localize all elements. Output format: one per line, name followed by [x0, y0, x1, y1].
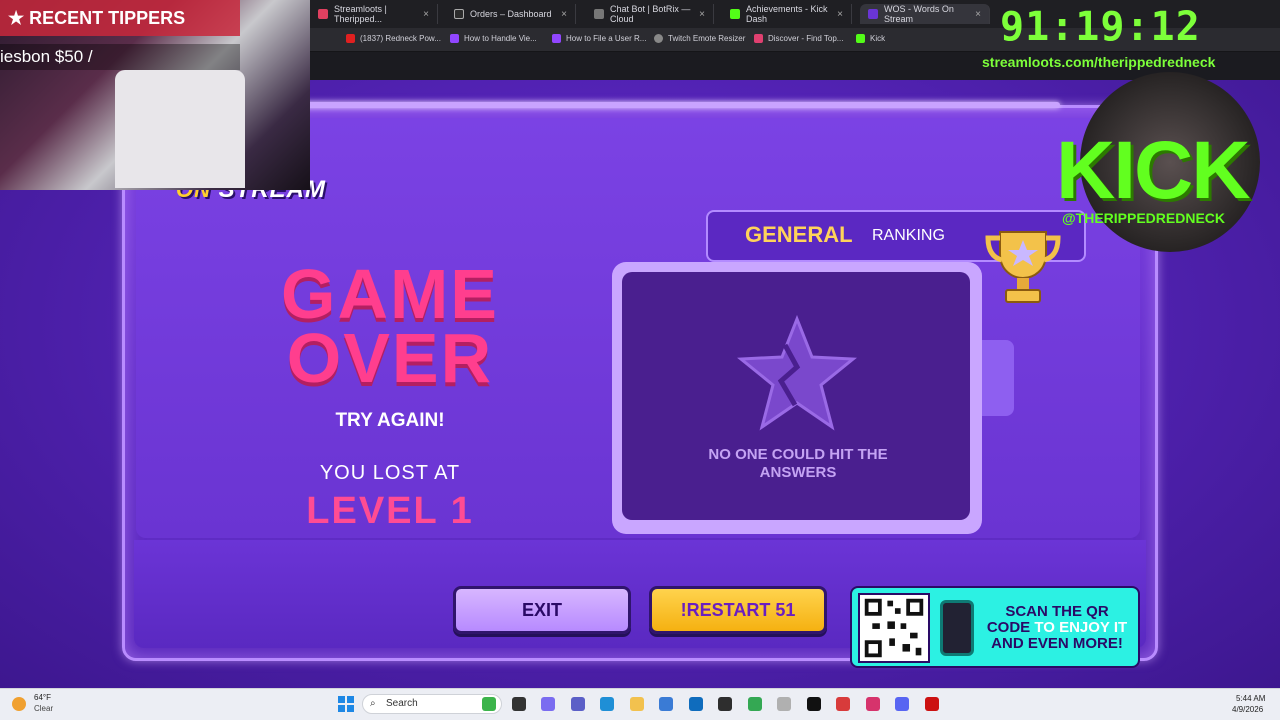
twitch-icon	[450, 34, 459, 43]
tab-botrix[interactable]: Chat Bot | BotRix — Cloud ×	[586, 4, 714, 24]
tipper-entry: iesbon $50 /	[0, 47, 93, 66]
tab-label: Chat Bot | BotRix — Cloud	[610, 4, 691, 24]
tab-kick-dashboard[interactable]: Achievements - Kick Dash ×	[722, 4, 852, 24]
weather-condition[interactable]: Clear	[34, 704, 53, 713]
bookmark-youtube[interactable]: (1837) Redneck Pow...	[346, 34, 441, 43]
close-icon[interactable]: ×	[699, 9, 705, 20]
close-icon[interactable]: ×	[561, 9, 567, 20]
twitch-icon	[552, 34, 561, 43]
search-label: Search	[386, 698, 418, 709]
bookmark-label: Discover - Find Top...	[768, 34, 844, 43]
tab-label: Orders – Dashboard	[470, 9, 552, 19]
store-icon[interactable]	[659, 697, 673, 711]
bookmark-label: How to File a User R...	[566, 34, 647, 43]
bookmark-emote-resizer[interactable]: Twitch Emote Resizer	[654, 34, 745, 43]
tab-streamloots[interactable]: Streamloots | Theripped... ×	[310, 4, 438, 24]
trophy-icon	[985, 231, 1061, 303]
game-over-title: GAME OVER	[281, 255, 499, 397]
outlook-icon[interactable]	[688, 697, 703, 711]
discord-icon[interactable]	[895, 697, 909, 711]
botrix-icon	[594, 9, 604, 19]
restart-button[interactable]: !RESTART 51	[649, 586, 827, 634]
kick-icon	[856, 34, 865, 43]
bookmark-label: Twitch Emote Resizer	[668, 34, 746, 43]
recent-tippers-label: RECENT TIPPERS	[29, 8, 186, 28]
obs-icon[interactable]	[718, 697, 732, 711]
streamloots-url: streamloots.com/therippedredneck	[982, 54, 1216, 70]
tab-label: WOS - Words On Stream	[884, 4, 954, 24]
qr-line-a: SCAN THE QR	[1005, 603, 1109, 620]
bookmark-discover[interactable]: Discover - Find Top...	[754, 34, 843, 43]
streamloots-icon	[318, 9, 328, 19]
qr-line-b: CODE TO ENJOY IT	[978, 620, 1136, 636]
phone-icon	[940, 600, 974, 656]
app-pink-icon[interactable]	[865, 697, 880, 711]
try-again-text: TRY AGAIN!	[335, 410, 445, 431]
orders-icon	[454, 9, 464, 19]
kick-logo-text: KICK	[1056, 125, 1250, 216]
star-icon: ★	[8, 8, 25, 28]
wos-icon	[868, 9, 878, 19]
level-text: LEVEL 1	[306, 490, 474, 532]
lost-at-text: YOU LOST AT	[319, 462, 461, 484]
subathon-timer: 91:19:12	[1000, 4, 1201, 50]
qr-code-icon	[858, 593, 930, 663]
qr-line-c: AND EVEN MORE!	[991, 635, 1123, 652]
close-icon[interactable]: ×	[975, 9, 981, 20]
copilot-icon[interactable]	[541, 697, 555, 711]
bookmark-label: (1837) Redneck Pow...	[360, 34, 441, 43]
qr-line-b-code: CODE	[986, 619, 1031, 636]
exit-button[interactable]: EXIT	[453, 586, 631, 634]
clock-date[interactable]: 4/9/2026	[1232, 705, 1263, 714]
terminal-icon[interactable]	[806, 697, 821, 711]
weather-temp[interactable]: 64°F	[34, 693, 51, 702]
ranking-side-tab[interactable]	[982, 340, 1014, 416]
tab-orders[interactable]: Orders – Dashboard ×	[446, 4, 576, 24]
folder-icon[interactable]	[629, 697, 644, 711]
close-icon[interactable]: ×	[423, 9, 429, 20]
teams-icon[interactable]	[570, 697, 585, 711]
ranking-subtitle: RANKING	[872, 227, 945, 244]
bookmark-handle-viewers[interactable]: How to Handle Vie...	[450, 34, 537, 43]
webcam-person	[115, 70, 245, 188]
chrome-icon[interactable]	[747, 697, 762, 711]
tab-words-on-stream[interactable]: WOS - Words On Stream ×	[860, 4, 990, 24]
broken-star-icon	[737, 315, 857, 431]
kick-handle: @THERIPPEDREDNECK	[1062, 210, 1226, 226]
recent-tippers-title: ★ RECENT TIPPERS	[8, 8, 185, 29]
app-red-icon[interactable]	[836, 697, 850, 711]
qr-promo-text: SCAN THE QR CODE TO ENJOY IT AND EVEN MO…	[978, 604, 1136, 652]
clock-time[interactable]: 5:44 AM	[1236, 694, 1265, 703]
close-icon[interactable]: ×	[837, 9, 843, 20]
qr-line-b-rest: TO ENJOY IT	[1034, 619, 1128, 636]
bookmark-label: How to Handle Vie...	[464, 34, 537, 43]
tab-label: Achievements - Kick Dash	[746, 4, 828, 24]
edge-icon[interactable]	[600, 697, 614, 711]
app-green-icon[interactable]	[482, 697, 496, 711]
youtube-icon	[346, 34, 355, 43]
app-light-icon[interactable]	[777, 697, 791, 711]
file-icon[interactable]	[511, 697, 526, 711]
windows-start-icon[interactable]	[338, 696, 354, 712]
bookmark-kick[interactable]: Kick	[856, 34, 885, 43]
weather-moon-icon[interactable]	[12, 697, 26, 711]
kick-icon	[730, 9, 740, 19]
bookmark-file-report[interactable]: How to File a User R...	[552, 34, 646, 43]
globe-icon	[654, 34, 663, 43]
tab-label: Streamloots | Theripped...	[334, 4, 387, 24]
search-icon: ⌕	[370, 698, 376, 709]
no-one-message: NO ONE COULD HIT THE ANSWERS	[708, 446, 888, 481]
app-record-icon[interactable]	[924, 697, 939, 711]
bookmark-label: Kick	[870, 34, 886, 43]
frame-top-light	[300, 102, 1060, 108]
ranking-title: GENERAL	[745, 222, 853, 247]
taskbar-search[interactable]	[362, 694, 502, 714]
discover-icon	[754, 34, 763, 43]
